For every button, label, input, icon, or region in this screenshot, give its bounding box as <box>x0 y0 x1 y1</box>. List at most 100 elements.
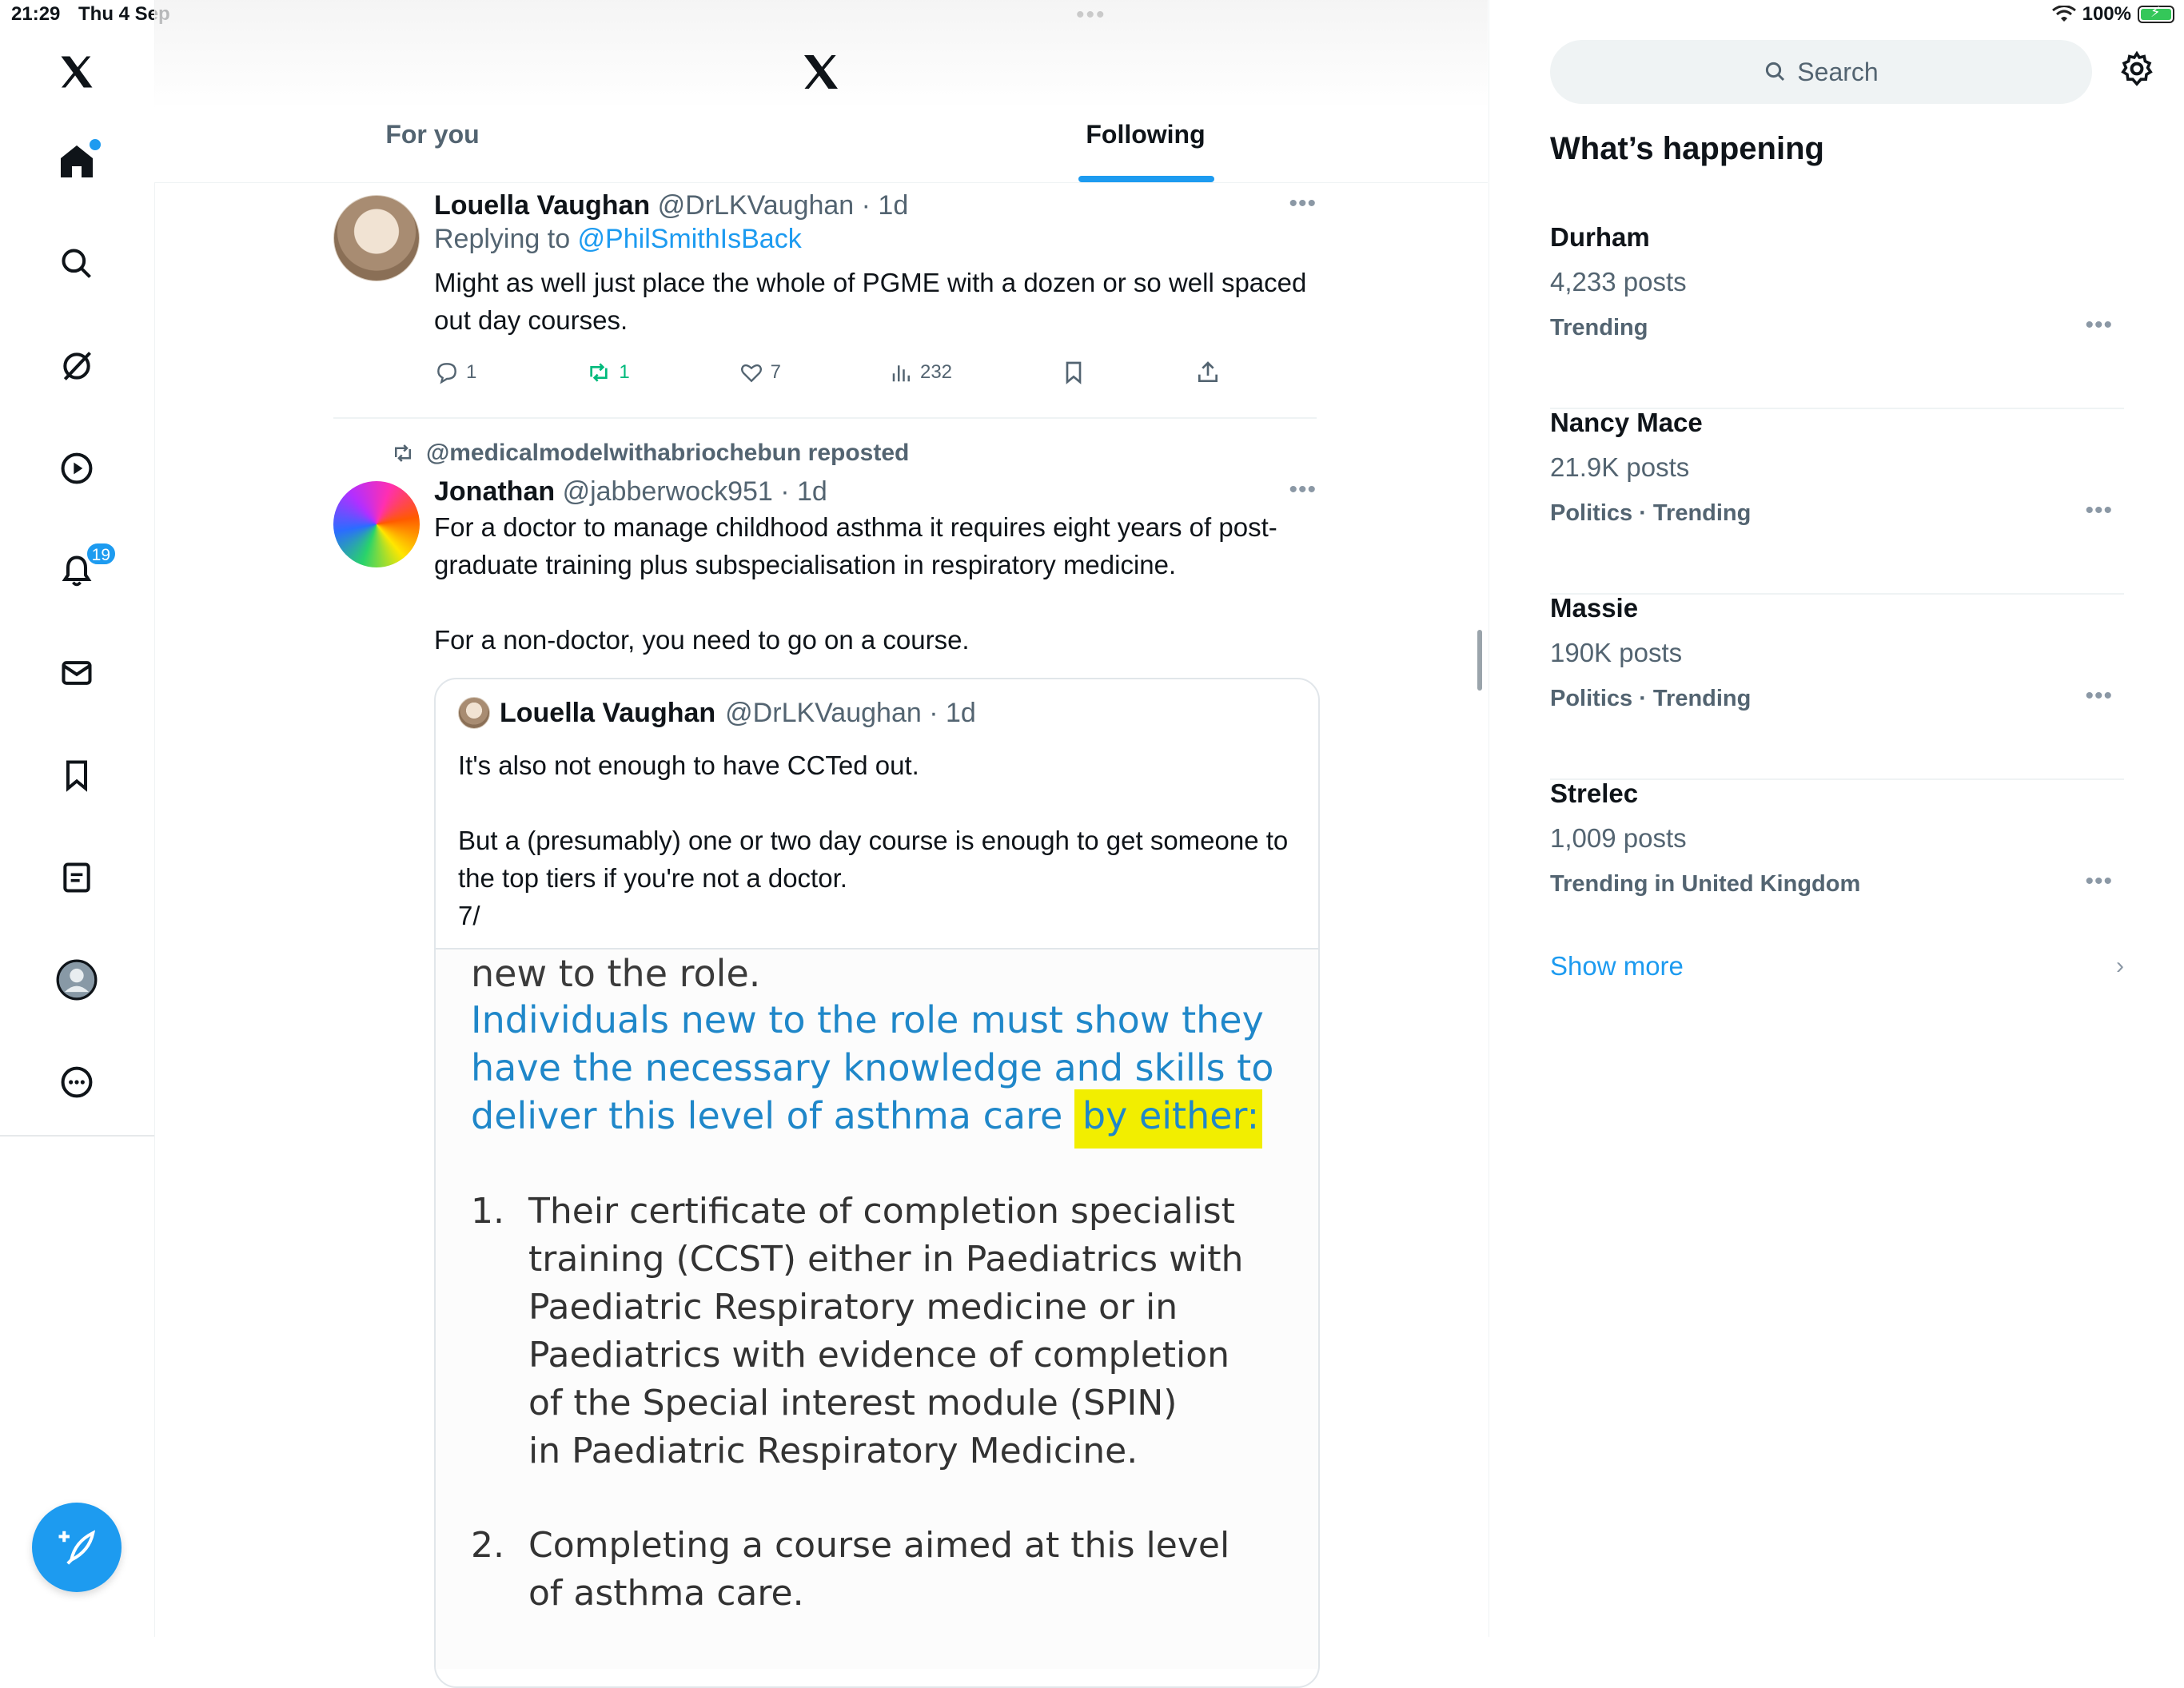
reply-button[interactable]: 1 <box>434 360 476 385</box>
search-placeholder: Search <box>1797 57 1879 86</box>
new-posts-dot <box>90 139 101 150</box>
trend-more-icon[interactable]: ••• <box>2085 312 2113 339</box>
bookmarks-icon[interactable] <box>45 743 109 807</box>
video-icon[interactable] <box>45 436 109 500</box>
tab-for-you[interactable]: For you <box>385 120 479 149</box>
quote-author-line: Louella Vaughan @DrLKVaughan · 1d <box>458 697 976 729</box>
trend-count: 21.9K posts <box>1550 452 1690 482</box>
notifications-icon[interactable]: 19 <box>45 539 117 603</box>
profile-icon[interactable] <box>45 948 109 1012</box>
scrollbar-thumb[interactable] <box>1477 630 1482 691</box>
notifications-count-badge: 19 <box>85 542 117 566</box>
active-tab-indicator <box>1078 176 1214 182</box>
author-handle[interactable]: @jabberwock951 · 1d <box>563 476 827 507</box>
trend-more-icon[interactable]: ••• <box>2085 683 2113 710</box>
trend-meta: Trending <box>1550 315 1648 340</box>
messages-icon[interactable] <box>45 641 109 705</box>
trend-count: 4,233 posts <box>1550 267 1687 297</box>
trend-meta: Trending in United Kingdom <box>1550 871 1861 897</box>
tweet-more-icon[interactable]: ••• <box>1289 476 1317 504</box>
replying-to: Replying to @PhilSmithIsBack <box>434 222 1317 256</box>
right-sidebar: Search What’s happening Durham 4,233 pos… <box>1489 0 2184 1637</box>
repost-icon <box>395 444 411 462</box>
chevron-right-icon: › <box>2116 953 2124 979</box>
replying-prefix: Replying to <box>434 224 578 254</box>
quote-author-handle: @DrLKVaughan · 1d <box>725 697 976 728</box>
trend-item[interactable]: Massie 190K posts Politics · Trending ••… <box>1550 593 2124 780</box>
show-more-label: Show more <box>1550 951 1684 981</box>
grok-icon[interactable] <box>45 334 109 398</box>
share-button[interactable] <box>1195 360 1221 385</box>
share-icon <box>1198 361 1218 382</box>
list-number: 2. <box>471 1525 504 1566</box>
trend-count: 190K posts <box>1550 638 1683 667</box>
tweet-author-line: Jonathan @jabberwock951 · 1d <box>434 475 1317 508</box>
main-timeline: For you Following Louella Vaughan @DrLKV… <box>154 0 1488 1688</box>
avatar[interactable] <box>333 481 420 567</box>
repost-indicator[interactable]: @medicalmodelwithabriochebun reposted <box>389 440 909 467</box>
views-chart-icon <box>892 365 910 382</box>
tweet-author-line: Louella Vaughan @DrLKVaughan · 1d <box>434 189 1317 222</box>
repost-count: 1 <box>619 361 630 383</box>
timeline-header: For you Following <box>154 0 1488 183</box>
search-icon <box>1766 62 1785 82</box>
heart-icon <box>740 364 762 383</box>
image-highlight: by either: <box>1074 1089 1263 1149</box>
x-logo-icon[interactable] <box>45 40 109 104</box>
trend-name: Nancy Mace <box>1550 408 1703 437</box>
image-text-line: new to the role. <box>471 952 761 995</box>
like-button[interactable]: 7 <box>739 360 781 385</box>
lists-icon[interactable] <box>45 846 109 910</box>
feather-plus-icon <box>58 1530 96 1565</box>
quote-text: It's also not enough to have CCTed out. … <box>458 750 1289 930</box>
image-blue-paragraph: Individuals new to the role must show th… <box>471 996 1286 1149</box>
quote-image[interactable]: new to the role. Individuals new to the … <box>436 948 1318 1669</box>
trend-item[interactable]: Strelec 1,009 posts Trending in United K… <box>1550 778 2124 964</box>
trend-item[interactable]: Durham 4,233 posts Trending ••• <box>1550 222 2124 409</box>
repost-icon <box>590 363 608 382</box>
views-count: 232 <box>919 361 953 383</box>
avatar <box>458 697 490 729</box>
x-logo-icon[interactable] <box>799 50 843 94</box>
reply-count: 1 <box>466 361 477 383</box>
search-input[interactable]: Search <box>1550 40 2092 104</box>
nav-divider <box>0 1135 154 1137</box>
list-text: Their certificate of completion speciali… <box>528 1191 1244 1471</box>
tweet-more-icon[interactable]: ••• <box>1289 190 1317 217</box>
bookmark-button[interactable] <box>1061 360 1086 385</box>
trend-name: Massie <box>1550 593 1639 623</box>
show-more-link[interactable]: Show more › <box>1550 951 2124 981</box>
search-icon[interactable] <box>45 232 109 296</box>
compose-post-button[interactable] <box>32 1503 122 1592</box>
tweet-text: For a doctor to manage childhood asthma … <box>434 512 1277 655</box>
avatar[interactable] <box>333 195 420 281</box>
home-icon[interactable] <box>45 129 109 193</box>
tweet-jonathan[interactable]: Jonathan @jabberwock951 · 1d For a docto… <box>434 475 1317 659</box>
reply-icon <box>437 363 456 384</box>
list-text: Completing a course aimed at this level … <box>528 1525 1230 1614</box>
quote-author-name: Louella Vaughan <box>500 697 716 728</box>
trend-more-icon[interactable]: ••• <box>2085 497 2113 524</box>
settings-gear-icon[interactable] <box>2118 50 2156 88</box>
trend-meta: Politics · Trending <box>1550 686 1752 711</box>
views-button[interactable]: 232 <box>890 360 952 384</box>
author-name[interactable]: Jonathan <box>434 476 555 507</box>
bookmark-icon <box>1066 361 1082 384</box>
author-handle[interactable]: @DrLKVaughan · 1d <box>658 190 909 221</box>
more-icon[interactable] <box>45 1050 109 1114</box>
quoted-tweet[interactable]: Louella Vaughan @DrLKVaughan · 1d It's a… <box>434 678 1320 1688</box>
trend-name: Durham <box>1550 222 1650 252</box>
tweet-separator <box>333 417 1317 419</box>
trend-item[interactable]: Nancy Mace 21.9K posts Politics · Trendi… <box>1550 408 2124 595</box>
trend-count: 1,009 posts <box>1550 823 1687 853</box>
tab-following[interactable]: Following <box>1086 120 1205 149</box>
list-number: 1. <box>471 1191 504 1232</box>
repost-label-text: @medicalmodelwithabriochebun reposted <box>426 440 910 466</box>
whats-happening-title: What’s happening <box>1550 131 1824 166</box>
repost-button[interactable]: 1 <box>585 360 630 385</box>
tweet-actions: 1 1 7 232 <box>434 360 1221 385</box>
author-name[interactable]: Louella Vaughan <box>434 190 650 221</box>
trend-meta: Politics · Trending <box>1550 500 1752 526</box>
replying-to-link[interactable]: @PhilSmithIsBack <box>578 224 802 254</box>
trend-more-icon[interactable]: ••• <box>2085 868 2113 895</box>
